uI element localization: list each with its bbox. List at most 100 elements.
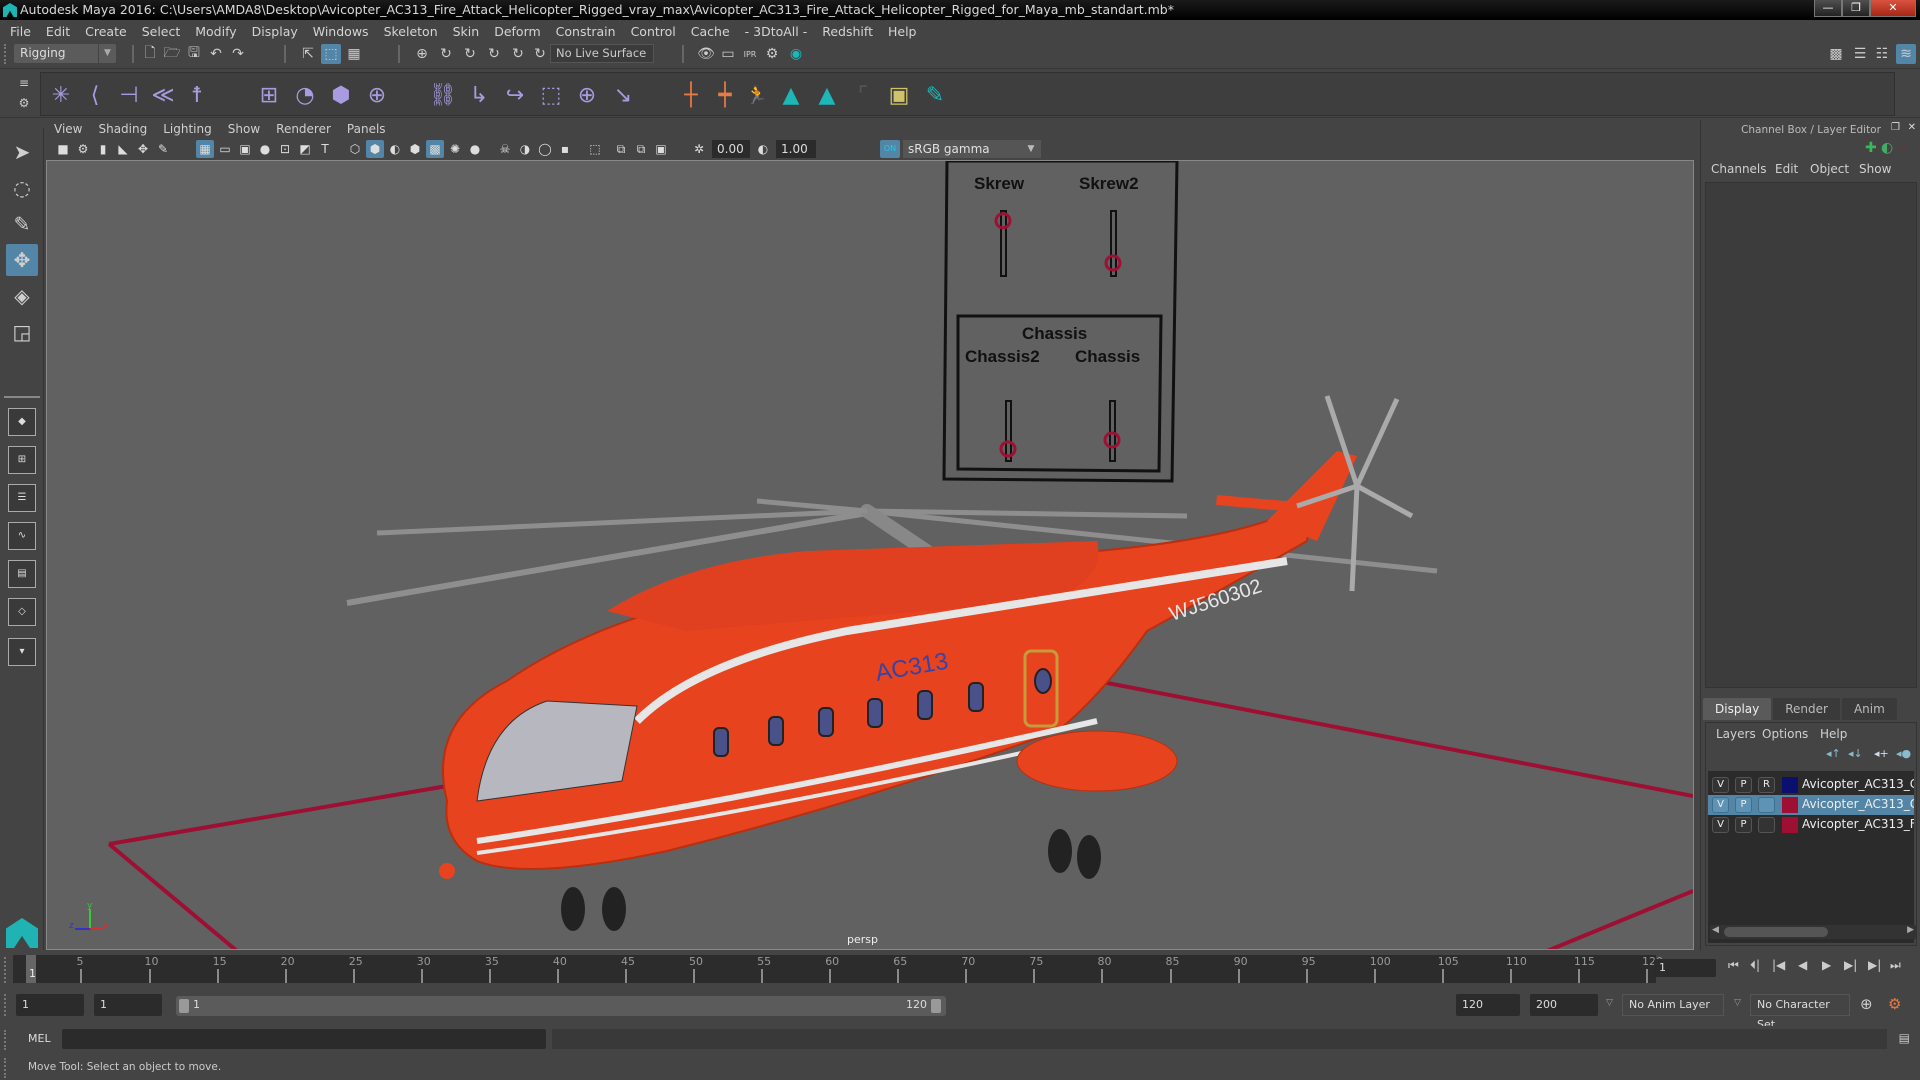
command-input[interactable] — [62, 1029, 546, 1049]
ipr-render-icon[interactable]: IPR — [740, 44, 760, 64]
step-forward-frame-icon[interactable]: ▶| — [1868, 958, 1881, 972]
speed-icon[interactable]: ◐ — [1881, 140, 1893, 156]
auto-key-icon[interactable]: ⊕ — [1860, 995, 1873, 1013]
select-object-icon[interactable]: ⬚ — [321, 44, 341, 64]
render-settings-icon[interactable]: ⚙ — [762, 44, 782, 64]
range-end-handle[interactable] — [931, 999, 941, 1013]
anim-layer-dropdown[interactable]: No Anim Layer — [1622, 994, 1724, 1016]
isolate-select-icon[interactable]: ⬚ — [586, 140, 604, 158]
snap-curve-icon[interactable]: ↻ — [436, 44, 456, 64]
range-slider[interactable]: 1 120 — [176, 996, 946, 1016]
options-menu[interactable]: Options — [1762, 727, 1808, 741]
range-slider-grip[interactable] — [4, 994, 8, 1016]
snap-surface-icon[interactable]: ↻ — [508, 44, 528, 64]
film-gate-icon[interactable]: ▭ — [216, 140, 234, 158]
minimize-button[interactable]: — — [1814, 0, 1842, 17]
scroll-left-icon[interactable]: ◀ — [1712, 925, 1719, 935]
tab-render[interactable]: Render — [1773, 698, 1840, 720]
new-scene-icon[interactable]: 🗋 — [140, 44, 160, 64]
rig-slider-handle-chassis[interactable] — [1103, 431, 1121, 449]
viewport-menu-renderer[interactable]: Renderer — [276, 122, 331, 136]
layout-single-icon[interactable]: ◆ — [8, 408, 36, 436]
close-button[interactable]: ✕ — [1870, 0, 1916, 17]
hypershade-icon[interactable]: ◉ — [786, 44, 806, 64]
lasso-tool-icon[interactable]: ◌ — [6, 172, 38, 204]
menu-cache[interactable]: Cache — [691, 24, 730, 39]
humanik-icon[interactable]: ☨ — [183, 81, 211, 109]
perspective-viewport[interactable]: AC313 WJ560302 Skrew Skrew2 Chassis Chas… — [46, 160, 1694, 950]
range-start-handle[interactable] — [179, 999, 189, 1013]
time-slider-track[interactable]: 1 5 10 15 20 25 30 35 40 45 50 55 60 65 70 75 80 85 90 95 1… — [13, 955, 1663, 983]
tool-settings-icon[interactable]: ☷ — [1872, 44, 1892, 64]
layer-playback-toggle[interactable]: P — [1735, 777, 1752, 793]
animation-start-field[interactable]: 1 — [16, 994, 84, 1016]
safe-action-icon[interactable]: ◩ — [296, 140, 314, 158]
animation-preferences-icon[interactable]: ⚙ — [1888, 995, 1901, 1013]
anti-aliasing-icon[interactable]: ◯ — [536, 140, 554, 158]
command-line-grip[interactable] — [4, 1030, 8, 1050]
orange-joint-constraint-icon[interactable]: ┿ — [711, 81, 739, 109]
menu-constrain[interactable]: Constrain — [556, 24, 616, 39]
menu-create[interactable]: Create — [85, 24, 127, 39]
layout-persp-graph-icon[interactable]: ◇ — [8, 598, 36, 626]
bind-skin-icon[interactable]: ⊞ — [255, 81, 283, 109]
viewport-menu-show[interactable]: Show — [228, 122, 260, 136]
layer-color-swatch[interactable] — [1782, 777, 1798, 793]
undo-icon[interactable]: ↶ — [206, 44, 226, 64]
script-editor-icon[interactable]: ▤ — [1899, 1031, 1910, 1045]
rig-slider-handle-chassis2[interactable] — [999, 440, 1017, 458]
layout-hypershade-icon[interactable]: ▤ — [8, 560, 36, 588]
layer-playback-toggle[interactable]: P — [1735, 797, 1752, 813]
restore-button[interactable]: ❐ — [1842, 0, 1870, 17]
time-slider[interactable]: 1 5 10 15 20 25 30 35 40 45 50 55 60 65 70 75 80 85 90 95 1… — [0, 953, 1920, 987]
ik-handle-icon[interactable]: ⟨ — [81, 81, 109, 109]
layer-visibility-toggle[interactable]: V — [1712, 777, 1729, 793]
current-frame-field[interactable]: 1 — [1654, 959, 1716, 977]
open-scene-icon[interactable]: 🗁 — [162, 44, 182, 64]
exposure-icon[interactable]: ✲ — [690, 140, 708, 158]
layer-name[interactable]: Avicopter_AC313_Controllers2 — [1802, 797, 1914, 811]
snap-grid-icon[interactable]: ⊕ — [412, 44, 432, 64]
go-to-end-icon[interactable]: ⏭ — [1890, 958, 1901, 973]
paint-weights-icon[interactable]: ▣ — [885, 81, 913, 109]
layer-visibility-toggle[interactable]: V — [1712, 817, 1729, 833]
grid-icon[interactable]: ▦ — [196, 140, 214, 158]
play-forward-icon[interactable]: ▶ — [1822, 958, 1831, 972]
playback-start-field[interactable]: 1 — [94, 994, 162, 1016]
render-view-icon[interactable]: 👁 — [696, 44, 716, 64]
camera-icon[interactable]: ■ — [54, 140, 72, 158]
menu-file[interactable]: File — [10, 24, 31, 39]
live-surface-field[interactable]: No Live Surface — [550, 44, 654, 63]
layout-four-icon[interactable]: ⊞ — [8, 446, 36, 474]
menu-display[interactable]: Display — [252, 24, 298, 39]
select-component-icon[interactable]: ▦ — [344, 44, 364, 64]
camera-attributes-icon[interactable]: ⚙ — [74, 140, 92, 158]
menu-skin[interactable]: Skin — [453, 24, 480, 39]
render-frame-icon[interactable]: ▭ — [718, 44, 738, 64]
menu-help[interactable]: Help — [888, 24, 917, 39]
show-menu[interactable]: Show — [1859, 162, 1891, 176]
layer-display-type-toggle[interactable]: R — [1758, 777, 1775, 793]
parent-constraint-icon[interactable]: ⛓ — [429, 81, 457, 109]
maya-logo-b-icon[interactable]: ▲ — [813, 81, 841, 109]
playback-end-field[interactable]: 120 — [1456, 994, 1520, 1016]
textured-icon[interactable]: ▩ — [426, 140, 444, 158]
point-constraint-icon[interactable]: ↳ — [465, 81, 493, 109]
chevron-down-icon[interactable]: ▽ — [1606, 998, 1613, 1008]
layer-visibility-toggle[interactable]: V — [1712, 797, 1729, 813]
xray-icon[interactable]: ⬢ — [406, 140, 424, 158]
float-panel-icon[interactable]: ❐ — [1891, 122, 1900, 133]
layer-color-swatch[interactable] — [1782, 817, 1798, 833]
redo-icon[interactable]: ↷ — [228, 44, 248, 64]
go-to-start-icon[interactable]: ⏮ — [1728, 958, 1739, 973]
menu-edit[interactable]: Edit — [46, 24, 70, 39]
close-panel-icon[interactable]: ✕ — [1908, 122, 1916, 133]
layout-outliner-icon[interactable]: ☰ — [8, 484, 36, 512]
layout-graph-icon[interactable]: ∿ — [8, 522, 36, 550]
rig-slider-handle-skrew2[interactable] — [1104, 254, 1122, 272]
new-layer-selected-icon[interactable]: ◂● — [1896, 747, 1911, 760]
move-layer-up-icon[interactable]: ◂↑ — [1826, 747, 1841, 760]
select-tool-icon[interactable]: ➤ — [6, 136, 38, 168]
shelf-menu-icon[interactable]: ≡ — [14, 73, 34, 93]
bookmark-icon[interactable]: ▮ — [94, 140, 112, 158]
